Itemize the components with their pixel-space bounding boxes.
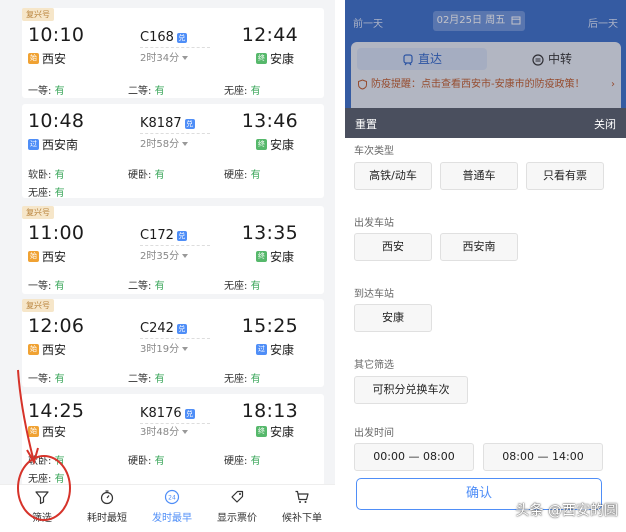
arrival-station: 终安康: [255, 52, 294, 66]
option-points-redeemable[interactable]: 可积分兑换车次: [354, 376, 468, 404]
cart-icon: [295, 490, 309, 503]
seat-availability: 硬座: 有: [224, 170, 261, 181]
train-number: C168 兑: [140, 30, 187, 45]
seat-availability: 硬卧: 有: [128, 456, 165, 467]
shortest-duration-tab[interactable]: 耗时最短: [79, 489, 135, 524]
seat-availability: 二等: 有: [128, 374, 165, 385]
svg-text:24: 24: [168, 495, 176, 502]
redeem-icon: 兑: [176, 32, 187, 43]
seat-availability: 硬卧: 有: [128, 170, 165, 181]
train-list-panel: 复兴号 10:10 C168 兑 12:44 始西安 2时34分 终安康 一等: …: [0, 0, 335, 532]
arrival-time: 13:46: [241, 110, 298, 132]
train-number: K8187 兑: [140, 116, 195, 131]
train-number: K8176 兑: [140, 406, 195, 421]
earliest-departure-tab[interactable]: 24 发时最早: [144, 489, 200, 524]
duration[interactable]: 3时19分: [140, 340, 189, 355]
section-title-other: 其它筛选: [354, 360, 394, 371]
arrival-time: 12:44: [241, 24, 298, 46]
terminal-station-icon: 终: [255, 251, 267, 262]
section-title-train-type: 车次类型: [354, 146, 394, 157]
arrival-time: 15:25: [241, 315, 298, 337]
chevron-down-icon: [182, 56, 189, 60]
seat-availability: 无座: 有: [224, 281, 261, 292]
option-time-0000-0800[interactable]: 00:00 — 08:00: [354, 443, 474, 471]
seat-availability: 无座: 有: [224, 86, 261, 97]
seat-availability: 无座: 有: [224, 374, 261, 385]
section-title-arrival-station: 到达车站: [354, 289, 394, 300]
arrival-time: 13:35: [241, 222, 298, 244]
section-title-departure-time: 出发时间: [354, 428, 394, 439]
terminal-station-icon: 终: [255, 426, 267, 437]
annotation-circle: [17, 455, 71, 521]
clock-24-icon: 24: [164, 489, 180, 505]
redeem-icon: 兑: [184, 118, 195, 129]
dim-overlay: [345, 0, 626, 108]
arrival-station: 终安康: [255, 138, 294, 152]
duration[interactable]: 3时48分: [140, 423, 189, 438]
option-departure-xian-south[interactable]: 西安南: [440, 233, 518, 261]
arrival-station: 过安康: [255, 343, 294, 357]
reset-button[interactable]: 重置: [355, 116, 377, 132]
redeem-icon: 兑: [184, 408, 195, 419]
seat-availability: 硬座: 有: [224, 456, 261, 467]
watermark: 头条 @西安的圆: [515, 503, 618, 519]
terminal-station-icon: 终: [255, 53, 267, 64]
option-regular-train[interactable]: 普通车: [440, 162, 518, 190]
arrival-time: 18:13: [241, 400, 298, 422]
arrival-station: 终安康: [255, 425, 294, 439]
option-high-speed[interactable]: 高铁/动车: [354, 162, 432, 190]
terminal-station-icon: 终: [255, 139, 267, 150]
redeem-icon: 兑: [176, 230, 187, 241]
option-time-0800-1400[interactable]: 08:00 — 14:00: [483, 443, 603, 471]
close-button[interactable]: 关闭: [594, 116, 616, 132]
chevron-down-icon: [182, 142, 189, 146]
duration[interactable]: 2时35分: [140, 247, 189, 262]
pass-station-icon: 过: [255, 344, 267, 355]
train-number: C242 兑: [140, 321, 187, 336]
price-tag-icon: [231, 490, 244, 503]
option-arrival-ankang[interactable]: 安康: [354, 304, 432, 332]
section-title-departure-station: 出发车站: [354, 218, 394, 229]
option-departure-xian[interactable]: 西安: [354, 233, 432, 261]
option-only-available[interactable]: 只看有票: [526, 162, 604, 190]
seat-availability: 二等: 有: [128, 281, 165, 292]
train-number: C172 兑: [140, 228, 187, 243]
redeem-icon: 兑: [176, 323, 187, 334]
divider: [140, 338, 210, 339]
divider: [140, 133, 210, 134]
filter-header: 重置 关闭: [345, 108, 626, 138]
waitlist-order-tab[interactable]: 候补下单: [274, 489, 330, 524]
filter-panel: 前一天 02月25日 周五 后一天 直达 中转 防疫提醒：点击查看西安市-安康市…: [345, 0, 626, 532]
chevron-down-icon: [182, 347, 189, 351]
duration[interactable]: 2时34分: [140, 49, 189, 64]
divider: [140, 47, 210, 48]
arrival-station: 终安康: [255, 250, 294, 264]
stopwatch-icon: [100, 490, 114, 505]
divider: [140, 245, 210, 246]
chevron-down-icon: [182, 430, 189, 434]
show-price-tab[interactable]: 显示票价: [209, 489, 265, 524]
earliest-departure-label: 发时最早: [152, 513, 192, 524]
show-price-label: 显示票价: [217, 513, 257, 524]
duration[interactable]: 2时58分: [140, 135, 189, 150]
waitlist-order-label: 候补下单: [282, 513, 322, 524]
annotation-arrow: [17, 369, 39, 465]
shortest-duration-label: 耗时最短: [87, 513, 127, 524]
seat-availability: 二等: 有: [128, 86, 165, 97]
chevron-down-icon: [182, 254, 189, 258]
